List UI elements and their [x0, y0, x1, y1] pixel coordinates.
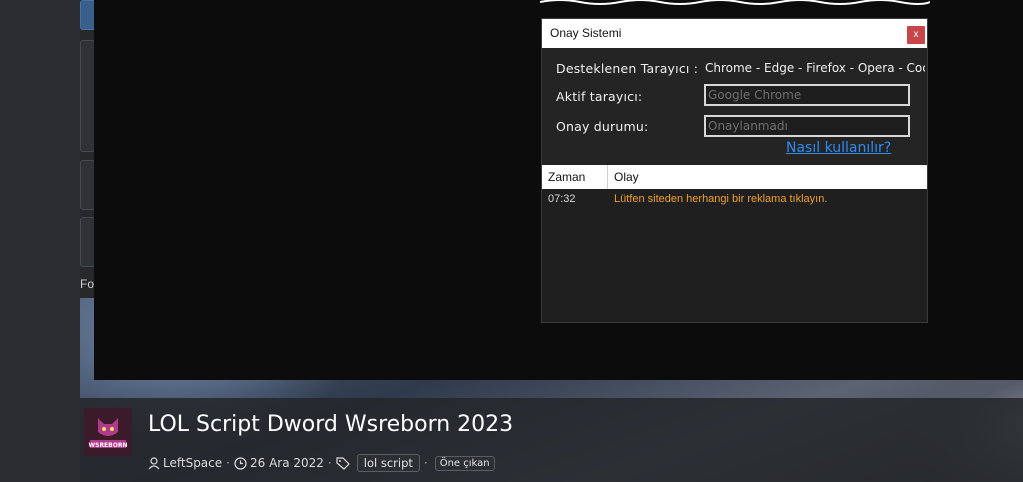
- log-row[interactable]: 07:32 Lütfen siteden herhangi bir reklam…: [542, 189, 927, 209]
- separator: ·: [423, 456, 428, 470]
- approval-status-label: Onay durumu:: [556, 119, 649, 134]
- author-link[interactable]: LeftSpace: [163, 456, 222, 470]
- dialog-titlebar: Onay Sistemi x: [542, 19, 927, 48]
- wavy-line-decoration: [540, 0, 930, 5]
- user-icon: [148, 456, 160, 469]
- log-time: 07:32: [548, 193, 576, 205]
- tags-icon: [336, 456, 350, 470]
- supported-browsers-label: Desteklenen Tarayıcı :: [556, 61, 699, 76]
- column-header-event[interactable]: Olay: [614, 170, 639, 184]
- dialog-title: Onay Sistemi: [550, 26, 622, 40]
- active-browser-label: Aktif tarayıcı:: [556, 89, 643, 104]
- close-button[interactable]: x: [907, 26, 925, 44]
- left-panel[interactable]: [80, 40, 95, 152]
- supported-browsers-value: Chrome - Edge - Firefox - Opera - Coc: [705, 61, 925, 75]
- separator: ·: [327, 456, 332, 470]
- approval-status-field[interactable]: Onaylanmadı: [704, 115, 910, 137]
- left-button[interactable]: [80, 160, 95, 210]
- how-to-use-link[interactable]: Nasıl kullanılır?: [786, 140, 891, 156]
- post-date[interactable]: 26 Ara 2022: [250, 456, 324, 470]
- separator: ·: [226, 456, 230, 470]
- active-browser-field[interactable]: Google Chrome: [704, 84, 910, 106]
- left-button-top[interactable]: [80, 0, 95, 30]
- log-header: Zaman Olay: [542, 165, 927, 189]
- left-button[interactable]: [80, 217, 95, 267]
- wsreborn-logo-icon: WSREBORN: [84, 408, 132, 456]
- log-event: Lütfen siteden herhangi bir reklama tıkl…: [614, 193, 828, 205]
- post-meta: LeftSpace · 26 Ara 2022 · lol script · Ö…: [148, 454, 495, 472]
- tag-lol-script[interactable]: lol script: [356, 454, 420, 472]
- tag-featured[interactable]: Öne çıkan: [434, 455, 495, 471]
- post-title[interactable]: LOL Script Dword Wsreborn 2023: [148, 412, 513, 437]
- event-log-table: Zaman Olay 07:32 Lütfen siteden herhangi…: [542, 165, 927, 322]
- avatar-text: WSREBORN: [89, 442, 128, 449]
- side-text-fragment: Fo: [80, 277, 95, 291]
- avatar[interactable]: WSREBORN: [84, 408, 132, 456]
- column-header-time[interactable]: Zaman: [548, 170, 585, 184]
- column-divider: [607, 165, 608, 189]
- approval-dialog: Onay Sistemi x Desteklenen Tarayıcı : Ch…: [541, 18, 928, 323]
- clock-icon: [234, 456, 247, 470]
